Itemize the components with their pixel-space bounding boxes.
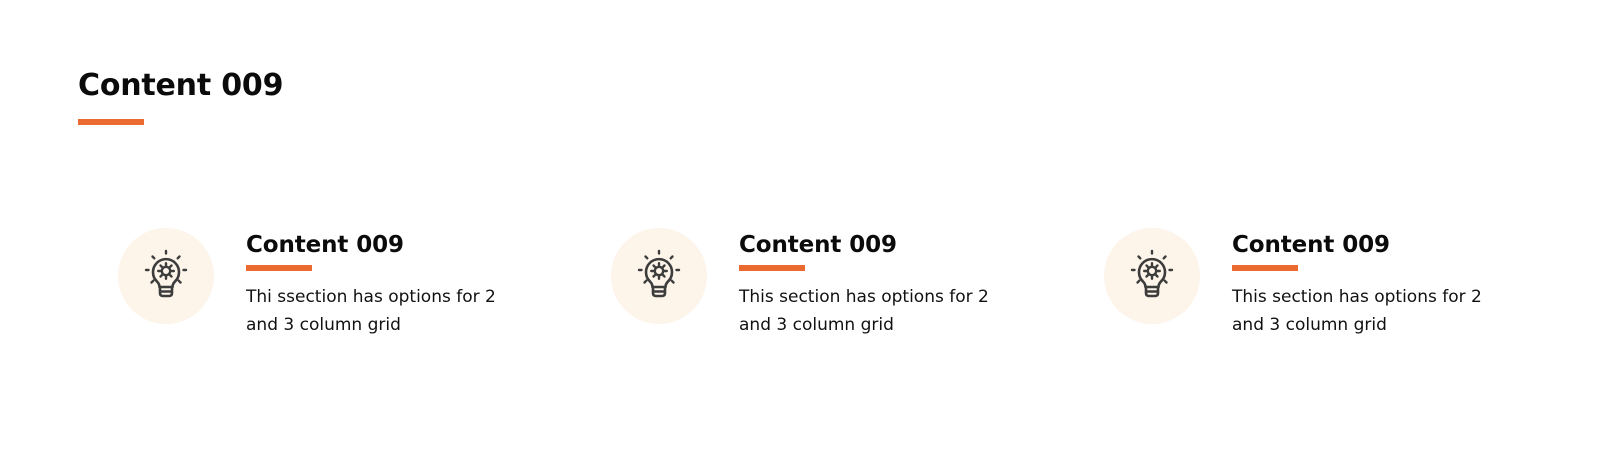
card-description: Thi ssection has options for 2 and 3 col… bbox=[246, 287, 496, 335]
card-title: Content 009 bbox=[739, 232, 897, 258]
card-title-underline bbox=[1232, 265, 1298, 271]
lightbulb-gear-icon bbox=[1104, 228, 1200, 324]
card-title: Content 009 bbox=[1232, 232, 1390, 258]
content-section: Content 009 Content 009 Thi ssection has… bbox=[0, 0, 1608, 474]
card-title-underline bbox=[246, 265, 312, 271]
feature-card: Content 009 Thi ssection has options for… bbox=[118, 228, 538, 358]
feature-card: Content 009 This section has options for… bbox=[611, 228, 1031, 358]
card-title: Content 009 bbox=[246, 232, 404, 258]
card-title-underline bbox=[739, 265, 805, 271]
lightbulb-gear-icon bbox=[611, 228, 707, 324]
section-title: Content 009 bbox=[78, 68, 284, 103]
card-description: This section has options for 2 and 3 col… bbox=[739, 287, 989, 335]
section-title-underline bbox=[78, 119, 144, 125]
feature-card: Content 009 This section has options for… bbox=[1104, 228, 1524, 358]
lightbulb-gear-icon bbox=[118, 228, 214, 324]
card-description: This section has options for 2 and 3 col… bbox=[1232, 287, 1482, 335]
